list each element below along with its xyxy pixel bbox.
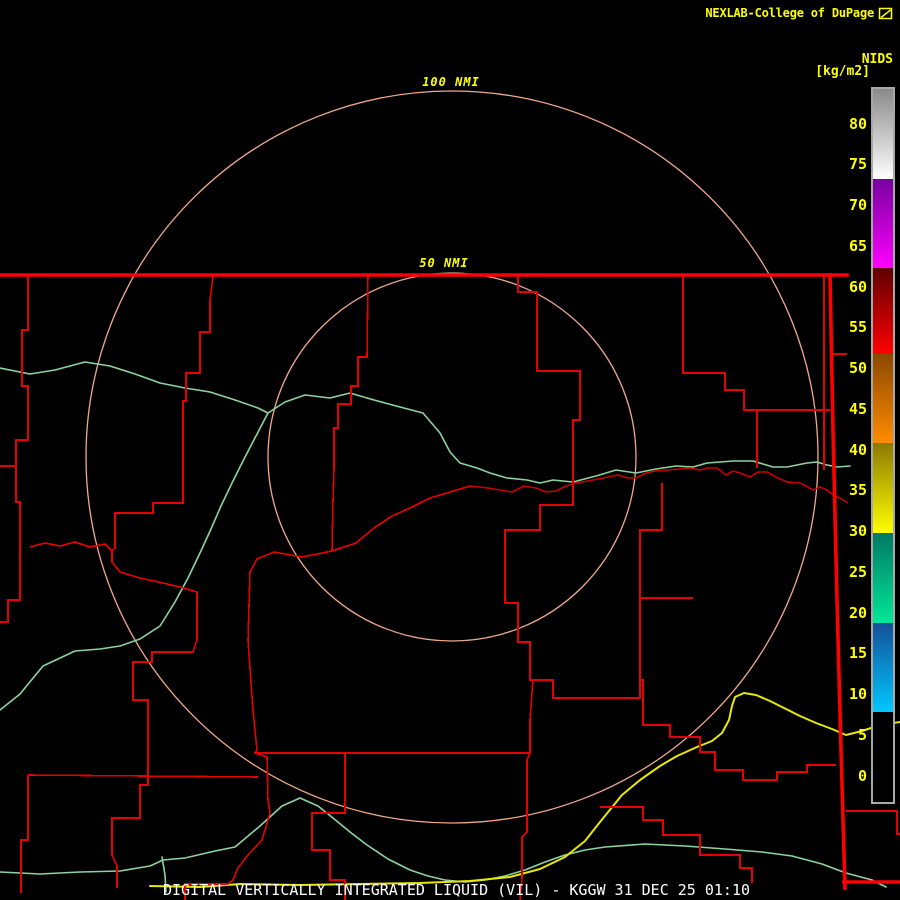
scale-tick-label: 5 <box>857 725 867 744</box>
scale-tick-label: 60 <box>848 277 867 296</box>
county-boundary-river <box>469 467 849 504</box>
county-boundary <box>29 541 198 888</box>
brand-text: NEXLAB-College of DuPage <box>705 6 874 20</box>
scale-tick-label: 50 <box>848 359 867 378</box>
product-status-text: DIGITAL VERTICALLY INTEGRATED LIQUID (VI… <box>163 881 750 899</box>
river-line <box>0 412 269 711</box>
scale-tick-label: 15 <box>848 644 867 663</box>
scale-tick-label: 40 <box>848 440 867 459</box>
scale-segment-gray <box>873 89 893 179</box>
county-boundary <box>184 485 471 900</box>
range-ring-100nmi <box>85 90 819 824</box>
scale-tick-label: 80 <box>848 114 867 133</box>
county-lines <box>0 275 900 900</box>
scale-tick-label: 30 <box>848 522 867 541</box>
range-ring-50nmi <box>267 272 637 642</box>
county-boundary <box>111 275 214 552</box>
range-rings <box>85 90 819 824</box>
county-boundary <box>27 774 259 778</box>
county-boundary <box>846 810 900 835</box>
county-boundary <box>331 275 369 552</box>
scale-segment-yellow <box>873 443 893 534</box>
scale-segment-magenta <box>873 178 893 269</box>
county-lines-river <box>469 467 849 504</box>
scale-tick-label: 45 <box>848 399 867 418</box>
scale-tick-label: 75 <box>848 155 867 174</box>
scale-segment-blue <box>873 622 893 713</box>
county-boundary <box>0 276 29 623</box>
county-boundary <box>682 276 830 411</box>
river-line <box>572 460 851 483</box>
legend-units: [kg/m2] <box>815 64 870 79</box>
county-boundary <box>504 275 581 900</box>
county-boundary <box>533 679 836 781</box>
brand-link[interactable]: NEXLAB-College of DuPage <box>705 6 893 20</box>
scale-tick-label: 0 <box>857 766 867 785</box>
scale-segment-black <box>873 712 893 802</box>
vil-color-scale <box>871 87 895 804</box>
scale-tick-label: 55 <box>848 318 867 337</box>
scale-tick-label: 20 <box>848 603 867 622</box>
county-boundary <box>639 483 663 680</box>
range-ring-label-100nmi: 100 NMI <box>419 75 483 89</box>
radar-map <box>0 90 900 900</box>
scale-tick-label: 65 <box>848 236 867 255</box>
river-lines <box>0 361 887 893</box>
river-line <box>267 392 574 484</box>
scale-tick-label: 35 <box>848 481 867 500</box>
highway-line <box>149 692 900 888</box>
highway-lines <box>149 692 900 888</box>
scale-segment-green <box>873 533 893 623</box>
state-borders <box>0 273 900 890</box>
range-ring-label-50nmi: 50 NMI <box>416 256 472 270</box>
river-line <box>0 361 269 414</box>
scale-segment-red <box>873 268 893 354</box>
scale-tick-label: 70 <box>848 196 867 215</box>
cod-logo-icon <box>878 7 893 19</box>
county-boundary <box>20 775 29 893</box>
radar-display: 50 NMI 100 NMI NEXLAB-College of DuPage … <box>0 0 900 900</box>
scale-tick-label: 25 <box>848 562 867 581</box>
river-line <box>0 797 887 888</box>
scale-tick-label: 10 <box>848 685 867 704</box>
scale-segment-orange <box>873 353 893 444</box>
county-boundary <box>311 753 346 900</box>
